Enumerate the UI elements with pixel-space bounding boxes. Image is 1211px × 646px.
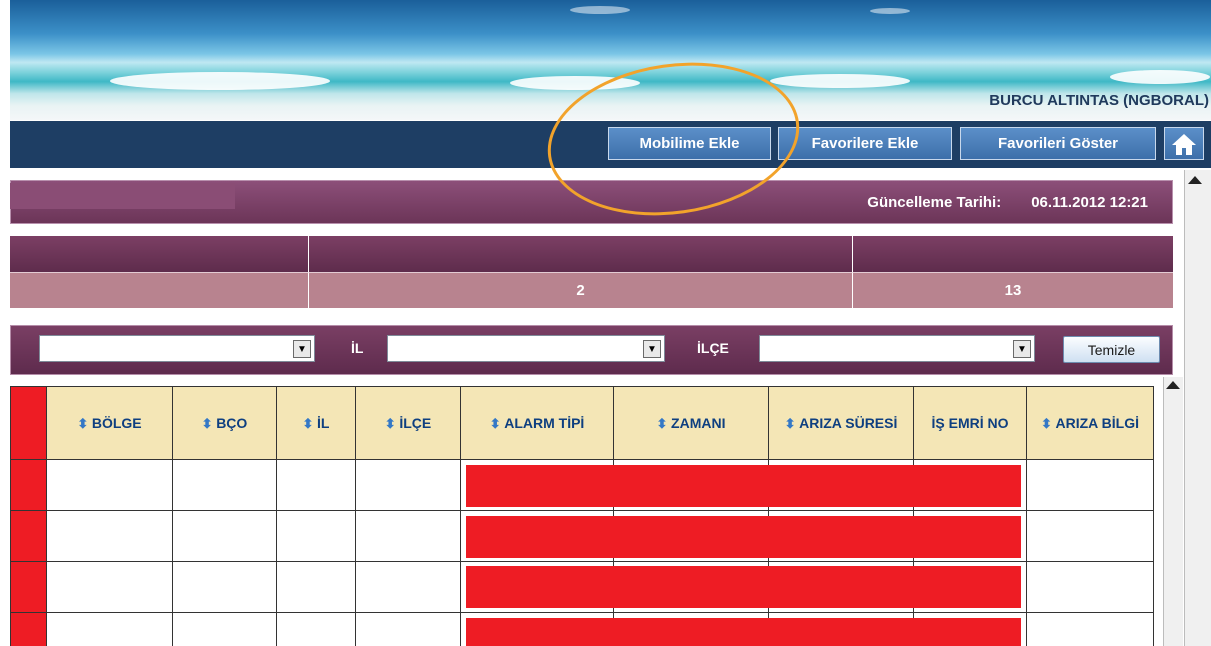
table-cell xyxy=(172,561,277,613)
table-cell xyxy=(172,612,277,646)
table-cell xyxy=(276,510,356,562)
header-banner: BURCU ALTINTAS (NGBORAL) xyxy=(10,0,1211,120)
column-header[interactable]: ⬍ ALARM TİPİ xyxy=(460,386,614,460)
chevron-down-icon[interactable]: ▼ xyxy=(1013,340,1031,358)
sort-icon[interactable]: ⬍ xyxy=(303,416,318,431)
redacted-title xyxy=(10,183,235,209)
column-label: ARIZA SÜRESİ xyxy=(799,414,898,431)
summary-value xyxy=(10,272,309,308)
update-label: Güncelleme Tarihi: xyxy=(867,193,1002,211)
summary-value: 2 xyxy=(309,272,853,308)
sort-icon[interactable]: ⬍ xyxy=(785,416,800,431)
table-cell xyxy=(1026,612,1154,646)
table-cell xyxy=(1026,459,1154,511)
column-header xyxy=(10,386,47,460)
ilce-select[interactable]: ▼ xyxy=(759,335,1035,362)
mobile-add-button[interactable]: Mobilime Ekle xyxy=(608,127,771,160)
table-cell xyxy=(1026,510,1154,562)
sort-icon[interactable]: ⬍ xyxy=(77,416,92,431)
table-cell xyxy=(172,510,277,562)
column-label: ZAMANI xyxy=(671,414,726,431)
scroll-up-icon[interactable] xyxy=(1166,381,1180,389)
column-label: İŞ EMRİ NO xyxy=(931,414,1009,431)
update-date: 06.11.2012 12:21 xyxy=(1031,193,1148,211)
table-cell xyxy=(10,510,47,562)
column-label: İL xyxy=(317,414,330,431)
column-label: BÇO xyxy=(216,414,248,431)
column-label: İLÇE xyxy=(399,414,432,431)
summary-header-cell xyxy=(10,236,309,272)
table-cell xyxy=(46,459,173,511)
table-cell xyxy=(10,459,47,511)
table-cell xyxy=(1026,561,1154,613)
table-cell xyxy=(355,459,461,511)
sort-icon[interactable]: ⬍ xyxy=(490,416,505,431)
table-cell xyxy=(10,612,47,646)
alarm-bar xyxy=(466,516,1021,558)
alarm-bar xyxy=(466,566,1021,608)
user-name: BURCU ALTINTAS (NGBORAL) xyxy=(989,92,1209,109)
table-cell xyxy=(355,612,461,646)
ilce-label: İLÇE xyxy=(697,340,729,356)
column-header: İŞ EMRİ NO xyxy=(913,386,1027,460)
table-cell xyxy=(276,561,356,613)
filter-select[interactable]: ▼ xyxy=(39,335,315,362)
sort-icon[interactable]: ⬍ xyxy=(657,416,672,431)
sort-icon[interactable]: ⬍ xyxy=(1041,416,1056,431)
table-cell xyxy=(46,561,173,613)
table-cell xyxy=(46,510,173,562)
summary-value: 13 xyxy=(853,272,1173,308)
il-label: İL xyxy=(351,340,364,356)
chevron-down-icon[interactable]: ▼ xyxy=(643,340,661,358)
table-cell xyxy=(355,510,461,562)
column-header[interactable]: ⬍ ZAMANI xyxy=(613,386,769,460)
column-label: BÖLGE xyxy=(91,414,142,431)
show-favorites-button[interactable]: Favorileri Göster xyxy=(960,127,1156,160)
column-label: ARIZA BİLGİ xyxy=(1055,414,1139,431)
sort-icon[interactable]: ⬍ xyxy=(385,416,400,431)
scroll-up-icon[interactable] xyxy=(1188,176,1202,184)
column-label: ALARM TİPİ xyxy=(504,414,585,431)
home-button[interactable] xyxy=(1164,127,1204,160)
sort-icon[interactable]: ⬍ xyxy=(202,416,217,431)
clear-button[interactable]: Temizle xyxy=(1063,336,1160,363)
filter-bar: ▼ İL ▼ İLÇE ▼ Temizle xyxy=(10,325,1173,375)
grid-scrollbar[interactable] xyxy=(1163,377,1183,646)
app-window: BURCU ALTINTAS (NGBORAL) Mobilime Ekle F… xyxy=(10,0,1211,646)
table-cell xyxy=(172,459,277,511)
summary-table: 2 13 xyxy=(10,236,1173,308)
summary-header-cell xyxy=(853,236,1173,272)
column-header[interactable]: ⬍ BÇO xyxy=(172,386,277,460)
table-cell xyxy=(355,561,461,613)
chevron-down-icon[interactable]: ▼ xyxy=(293,340,311,358)
add-favorites-button[interactable]: Favorilere Ekle xyxy=(778,127,952,160)
alarm-bar xyxy=(466,465,1021,507)
table-cell xyxy=(46,612,173,646)
summary-header-cell xyxy=(309,236,853,272)
alarm-bar xyxy=(466,618,1021,646)
column-header[interactable]: ⬍ İLÇE xyxy=(355,386,461,460)
il-select[interactable]: ▼ xyxy=(387,335,665,362)
table-cell xyxy=(276,459,356,511)
column-header[interactable]: ⬍ ARIZA BİLGİ xyxy=(1026,386,1154,460)
column-header[interactable]: ⬍ ARIZA SÜRESİ xyxy=(768,386,914,460)
home-icon xyxy=(1172,133,1196,155)
column-header[interactable]: ⬍ BÖLGE xyxy=(46,386,173,460)
column-header[interactable]: ⬍ İL xyxy=(276,386,356,460)
page-scrollbar[interactable] xyxy=(1184,170,1211,646)
table-cell xyxy=(276,612,356,646)
table-cell xyxy=(10,561,47,613)
